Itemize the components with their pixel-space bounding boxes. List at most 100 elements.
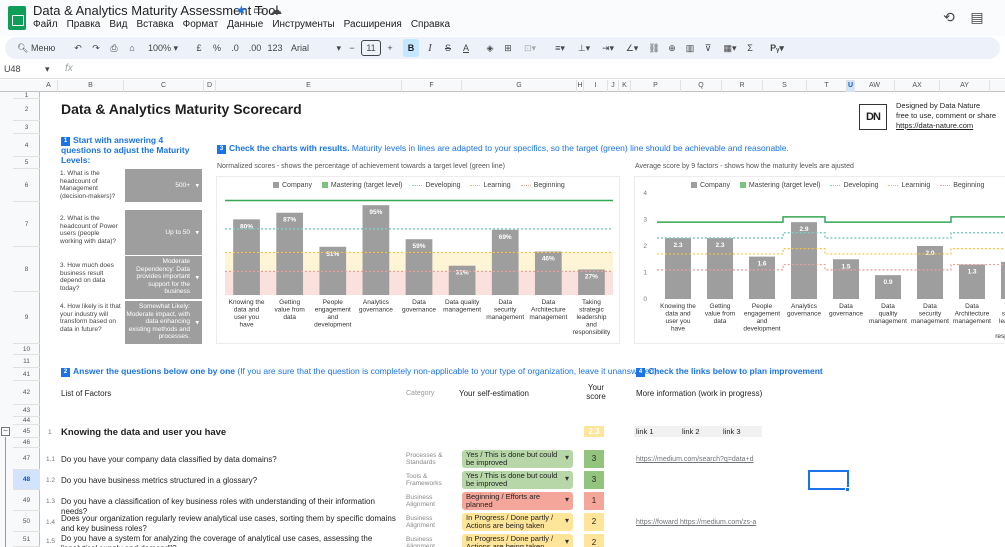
insert-link-icon[interactable]: ⛓ — [647, 37, 661, 59]
strikethrough-button[interactable]: S — [441, 37, 455, 59]
zoom-select[interactable]: 100% ▾ — [143, 37, 183, 59]
brand-link[interactable]: https://data-nature.com — [896, 121, 996, 131]
insert-chart-icon[interactable]: ▥ — [683, 37, 697, 59]
search-menu-button[interactable]: 🔍︎ Меню — [11, 37, 63, 59]
row-header[interactable]: 8 — [13, 247, 40, 292]
fill-color-icon[interactable]: ◈ — [483, 37, 497, 59]
col-header-f[interactable]: F — [402, 80, 462, 92]
item-info-link[interactable]: https://medium.com/search?q=data+d — [636, 456, 754, 463]
menu-data[interactable]: Данные — [227, 19, 263, 30]
cloud-saved-icon[interactable]: ☁ — [270, 3, 282, 17]
self-estimation-select[interactable]: Yes / This is done but could be improved — [462, 471, 573, 489]
row-header[interactable]: 6 — [13, 169, 40, 202]
row-header[interactable]: 50 — [13, 511, 40, 532]
font-size-increase-icon[interactable]: + — [385, 37, 395, 59]
row-header[interactable]: 46 — [13, 438, 40, 448]
redo-icon[interactable]: ↷ — [89, 37, 103, 59]
horizontal-align-icon[interactable]: ≡▾ — [549, 37, 571, 59]
col-header-s[interactable]: S — [763, 80, 807, 92]
bold-button[interactable]: B — [403, 39, 419, 57]
question-2-select[interactable]: Up to 50 — [125, 210, 202, 255]
menu-insert[interactable]: Вставка — [136, 19, 173, 30]
col-header-ay[interactable]: AY — [940, 80, 990, 92]
item-score[interactable]: 2 — [584, 513, 604, 531]
col-header-d[interactable]: D — [204, 80, 216, 92]
col-header-e[interactable]: E — [216, 80, 402, 92]
chart-normalized-scores[interactable]: Company Mastering (target level) Develop… — [216, 176, 620, 344]
item-score[interactable]: 1 — [584, 492, 604, 510]
self-estimation-select[interactable]: In Progress / Done partly / Actions are … — [462, 513, 573, 531]
history-icon[interactable]: ⟲ — [940, 8, 958, 26]
menu-tools[interactable]: Инструменты — [272, 19, 334, 30]
filter-views-icon[interactable]: ▦▾ — [719, 37, 741, 59]
text-rotation-icon[interactable]: ∠▾ — [621, 37, 643, 59]
self-estimation-select[interactable]: Yes / This is done but could be improved — [462, 450, 573, 468]
menu-extensions[interactable]: Расширения — [344, 19, 402, 30]
increase-decimal-button[interactable]: .00 — [247, 37, 263, 59]
question-4-select[interactable]: Somewhat Likely: Moderate impact, with d… — [125, 301, 202, 344]
self-estimation-select[interactable]: In Progress / Done partly / Actions are … — [462, 534, 573, 547]
filter-icon[interactable]: ⊽ — [701, 37, 715, 59]
row-header[interactable]: 51 — [13, 532, 40, 547]
section-score[interactable]: 2.3 — [584, 426, 604, 437]
self-estimation-select[interactable]: Beginning / Efforts are planned — [462, 492, 573, 510]
sheets-logo-icon[interactable] — [8, 6, 26, 30]
link-2[interactable]: link 2 — [682, 427, 700, 436]
row-header[interactable]: 2 — [13, 99, 40, 121]
col-header-h[interactable]: H — [577, 80, 584, 92]
item-score[interactable]: 3 — [584, 471, 604, 489]
menu-edit[interactable]: Правка — [67, 19, 101, 30]
font-size-input[interactable]: 11 — [361, 40, 381, 56]
functions-icon[interactable]: Σ — [743, 37, 757, 59]
col-header-k[interactable]: K — [619, 80, 631, 92]
question-1-select[interactable]: 500+ — [125, 169, 202, 202]
row-header[interactable]: 41 — [13, 368, 40, 381]
row-header[interactable]: 4 — [13, 134, 40, 157]
vertical-align-icon[interactable]: ⊥▾ — [573, 37, 595, 59]
currency-format-button[interactable]: £ — [193, 37, 205, 59]
col-header-a[interactable]: A — [40, 80, 58, 92]
col-header-aw[interactable]: AW — [855, 80, 895, 92]
row-header[interactable]: 3 — [13, 121, 40, 134]
italic-button[interactable]: I — [423, 37, 437, 59]
font-size-decrease-icon[interactable]: − — [347, 37, 357, 59]
input-tools-icon[interactable]: Pᵧ▾ — [765, 37, 789, 59]
question-3-select[interactable]: Moderate Dependency: Data provides impor… — [125, 256, 202, 299]
decrease-decimal-button[interactable]: .0 — [228, 37, 242, 59]
col-header-b[interactable]: B — [58, 80, 124, 92]
collapse-group-icon[interactable]: − — [1, 427, 10, 436]
undo-icon[interactable]: ↶ — [71, 37, 85, 59]
item-score[interactable]: 3 — [584, 450, 604, 468]
col-header-i[interactable]: I — [584, 80, 608, 92]
number-format-button[interactable]: 123 — [267, 37, 283, 59]
row-header[interactable]: 45 — [13, 425, 40, 438]
row-header[interactable]: 5 — [13, 157, 40, 169]
col-header-u[interactable]: U — [847, 80, 855, 92]
item-score[interactable]: 2 — [584, 534, 604, 547]
menu-format[interactable]: Формат — [183, 19, 219, 30]
col-header-ax[interactable]: AX — [895, 80, 940, 92]
row-header[interactable]: 11 — [13, 355, 40, 368]
percent-format-button[interactable]: % — [211, 37, 223, 59]
merge-cells-icon[interactable]: ⊡▾ — [519, 37, 541, 59]
row-header[interactable]: 10 — [13, 344, 40, 355]
menu-help[interactable]: Справка — [411, 19, 450, 30]
print-icon[interactable]: ⎙ — [107, 37, 121, 59]
formula-input[interactable] — [80, 63, 1000, 77]
row-header[interactable]: 7 — [13, 202, 40, 247]
col-header-r[interactable]: R — [722, 80, 763, 92]
row-header[interactable]: 49 — [13, 490, 40, 511]
row-header[interactable]: 44 — [13, 417, 40, 425]
col-header-t[interactable]: T — [807, 80, 847, 92]
menu-file[interactable]: Файл — [33, 19, 58, 30]
row-header[interactable]: 42 — [13, 381, 40, 405]
row-header[interactable]: 47 — [13, 448, 40, 470]
menu-view[interactable]: Вид — [109, 19, 127, 30]
col-header-j[interactable]: J — [608, 80, 619, 92]
insert-comment-icon[interactable]: ⊕ — [665, 37, 679, 59]
fill-handle[interactable] — [845, 487, 850, 492]
col-header-p[interactable]: P — [631, 80, 681, 92]
paint-format-icon[interactable]: ⌂ — [125, 37, 139, 59]
borders-icon[interactable]: ⊞ — [501, 37, 515, 59]
selected-cell[interactable] — [808, 470, 849, 490]
